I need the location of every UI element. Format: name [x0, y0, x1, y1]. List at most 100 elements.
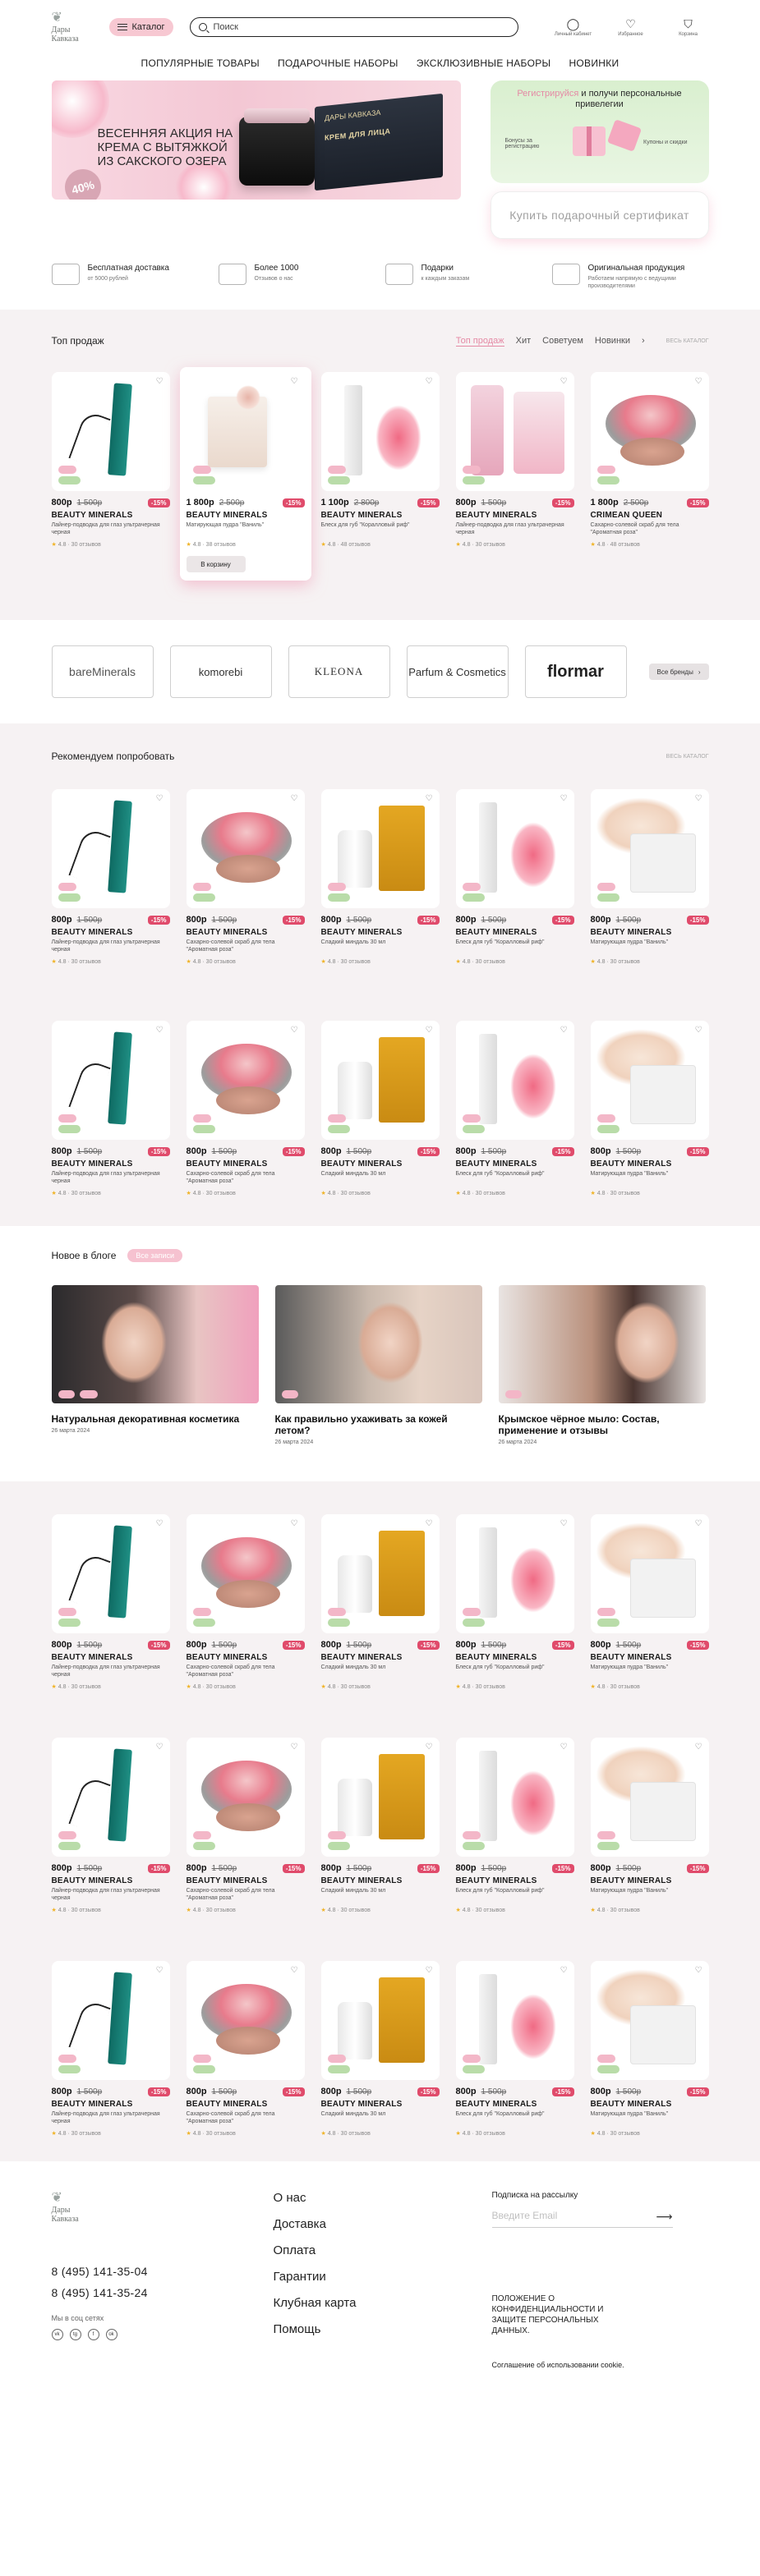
- product-card[interactable]: ♡ 800р 1 500р -15% BEAUTY MINERALS Сладкий м…: [320, 1738, 440, 1913]
- footer-link[interactable]: Доставка: [274, 2217, 492, 2231]
- heart-icon[interactable]: ♡: [426, 1519, 433, 1528]
- footer-link[interactable]: Клубная карта: [274, 2296, 492, 2310]
- nav-item[interactable]: ПОПУЛЯРНЫЕ ТОВАРЫ: [141, 57, 260, 69]
- footer-link[interactable]: Помощь: [274, 2322, 492, 2336]
- heart-icon[interactable]: ♡: [291, 377, 298, 386]
- product-card[interactable]: ♡ 800р 1 500р -15% BEAUTY MINERALS Лайнер-по…: [51, 372, 170, 572]
- product-image[interactable]: ♡: [590, 372, 709, 491]
- heart-icon[interactable]: ♡: [426, 1026, 433, 1035]
- heart-icon[interactable]: ♡: [291, 1743, 298, 1752]
- product-card[interactable]: ♡ 800р 1 500р -15% BEAUTY MINERALS Матирующа…: [590, 1961, 709, 2137]
- f-icon[interactable]: f: [87, 2329, 99, 2340]
- blog-post[interactable]: Крымское чёрное мыло: Состав, применение…: [498, 1285, 706, 1445]
- product-image[interactable]: ♡: [51, 1021, 170, 1140]
- heart-icon[interactable]: ♡: [426, 1743, 433, 1752]
- footer-link[interactable]: О нас: [274, 2191, 492, 2205]
- footer-link[interactable]: Гарантии: [274, 2270, 492, 2284]
- product-image[interactable]: ♡: [590, 1021, 709, 1140]
- add-to-cart-button[interactable]: В корзину: [186, 556, 246, 572]
- heart-icon[interactable]: ♡: [560, 1743, 568, 1752]
- product-image[interactable]: ♡: [590, 1738, 709, 1857]
- product-card[interactable]: ♡ 800р 1 500р -15% BEAUTY MINERALS Лайнер-по…: [51, 1738, 170, 1913]
- blog-post-image[interactable]: [498, 1285, 706, 1403]
- footer-logo[interactable]: ❦ Дары Кавказа: [52, 2191, 101, 2224]
- product-card[interactable]: ♡ 800р 1 500р -15% BEAUTY MINERALS Сахарно-с…: [186, 1961, 305, 2137]
- gift-certificate-button[interactable]: Купить подарочный сертификат: [490, 191, 709, 239]
- product-card[interactable]: ♡ 800р 1 500р -15% BEAUTY MINERALS Сладкий м…: [320, 1961, 440, 2137]
- product-image[interactable]: ♡: [320, 789, 440, 908]
- blog-post[interactable]: Натуральная декоративная косметика 26 мар…: [51, 1285, 259, 1445]
- post-title[interactable]: Крымское чёрное мыло: Состав, применение…: [499, 1413, 706, 1436]
- product-image[interactable]: ♡: [320, 1961, 440, 2080]
- product-card[interactable]: ♡ 800р 1 500р -15% BEAUTY MINERALS Матирующа…: [590, 1738, 709, 1913]
- product-image[interactable]: ♡: [455, 789, 574, 908]
- tab-3[interactable]: Советуем: [542, 336, 583, 346]
- nav-item[interactable]: ЭКСКЛЮЗИВНЫЕ НАБОРЫ: [417, 57, 551, 69]
- product-card[interactable]: ♡ 800р 1 500р -15% BEAUTY MINERALS Сахарно-с…: [186, 789, 305, 965]
- logo[interactable]: ❦ Дары Кавказа: [52, 11, 101, 44]
- product-image[interactable]: ♡: [186, 1514, 305, 1633]
- tab-1[interactable]: Топ продаж: [455, 336, 504, 347]
- product-image[interactable]: ♡: [320, 372, 440, 491]
- product-card[interactable]: ♡ 800р 1 500р -15% BEAUTY MINERALS Сахарно-с…: [186, 1021, 305, 1196]
- heart-icon[interactable]: ♡: [291, 1519, 298, 1528]
- heart-icon[interactable]: ♡: [560, 794, 568, 803]
- heart-icon[interactable]: ♡: [695, 1026, 702, 1035]
- product-card[interactable]: ♡ 800р 1 500р -15% BEAUTY MINERALS Лайнер-по…: [51, 789, 170, 965]
- ok-icon[interactable]: ok: [105, 2329, 117, 2340]
- product-card[interactable]: ♡ 800р 1 500р -15% BEAUTY MINERALS Блеск для…: [455, 789, 574, 965]
- product-image[interactable]: ♡: [186, 1738, 305, 1857]
- product-image[interactable]: ♡: [186, 1021, 305, 1140]
- heart-icon[interactable]: ♡: [695, 1966, 702, 1975]
- product-image[interactable]: ♡: [51, 789, 170, 908]
- heart-icon[interactable]: ♡: [426, 377, 433, 386]
- heart-link[interactable]: ♡ Избранное: [610, 17, 652, 37]
- product-card[interactable]: ♡ 800р 1 500р -15% BEAUTY MINERALS Матирующа…: [590, 1514, 709, 1690]
- cookie-agreement-link[interactable]: Соглашение об использовании cookie.: [492, 2361, 709, 2369]
- product-image[interactable]: ♡: [51, 1961, 170, 2080]
- heart-icon[interactable]: ♡: [156, 377, 164, 386]
- heart-icon[interactable]: ♡: [695, 1519, 702, 1528]
- product-card[interactable]: ♡ 800р 1 500р -15% BEAUTY MINERALS Матирующа…: [590, 789, 709, 965]
- product-card[interactable]: ♡ 1 800р 2 500р -15% BEAUTY MINERALS Матирую…: [179, 367, 311, 581]
- product-image[interactable]: ♡: [320, 1514, 440, 1633]
- all-brands-button[interactable]: Все бренды ›: [648, 664, 709, 680]
- privacy-policy-link[interactable]: ПОЛОЖЕНИЕ О КОНФИДЕНЦИАЛЬНОСТИ И ЗАЩИТЕ …: [492, 2294, 632, 2336]
- product-card[interactable]: ♡ 1 800р 2 500р -15% CRIMEAN QUEEN Сахарно-с…: [590, 372, 709, 572]
- vk-icon[interactable]: vk: [51, 2329, 63, 2340]
- heart-icon[interactable]: ♡: [695, 1743, 702, 1752]
- product-image[interactable]: ♡: [455, 372, 574, 491]
- tab-2[interactable]: Хит: [516, 336, 532, 346]
- product-card[interactable]: ♡ 800р 1 500р -15% BEAUTY MINERALS Сладкий м…: [320, 789, 440, 965]
- tg-icon[interactable]: tg: [69, 2329, 81, 2340]
- product-image[interactable]: ♡: [51, 1738, 170, 1857]
- product-image[interactable]: ♡: [51, 372, 170, 491]
- product-card[interactable]: ♡ 800р 1 500р -15% BEAUTY MINERALS Сладкий м…: [320, 1021, 440, 1196]
- product-card[interactable]: ♡ 800р 1 500р -15% BEAUTY MINERALS Блеск для…: [455, 1738, 574, 1913]
- promo-banner[interactable]: ВЕСЕННЯЯ АКЦИЯ НА КРЕМА С ВЫТЯЖКОЙ ИЗ СА…: [51, 80, 461, 200]
- product-card[interactable]: ♡ 800р 1 500р -15% BEAUTY MINERALS Лайнер-по…: [51, 1021, 170, 1196]
- cart-link[interactable]: ⛉ Корзина: [668, 17, 709, 37]
- tab-4[interactable]: Новинки: [595, 336, 630, 346]
- phone-2[interactable]: 8 (495) 141-35-24: [52, 2286, 274, 2299]
- heart-icon[interactable]: ♡: [156, 1519, 164, 1528]
- product-image[interactable]: ♡: [455, 1021, 574, 1140]
- heart-icon[interactable]: ♡: [426, 794, 433, 803]
- product-image[interactable]: ♡: [590, 1514, 709, 1633]
- blog-post-image[interactable]: [51, 1285, 259, 1403]
- product-card[interactable]: ♡ 800р 1 500р -15% BEAUTY MINERALS Блеск для…: [455, 1021, 574, 1196]
- nav-item[interactable]: НОВИНКИ: [569, 57, 619, 69]
- heart-icon[interactable]: ♡: [560, 1026, 568, 1035]
- product-image[interactable]: ♡: [320, 1738, 440, 1857]
- register-link[interactable]: Регистрируйся: [517, 89, 578, 99]
- product-card[interactable]: ♡ 1 100р 2 800р -15% BEAUTY MINERALS Блеск д…: [320, 372, 440, 572]
- post-title[interactable]: Натуральная декоративная косметика: [52, 1413, 259, 1425]
- heart-icon[interactable]: ♡: [560, 377, 568, 386]
- heart-icon[interactable]: ♡: [156, 1026, 164, 1035]
- heart-icon[interactable]: ♡: [695, 377, 702, 386]
- all-posts-button[interactable]: Все записи: [127, 1249, 182, 1262]
- product-image[interactable]: ♡: [590, 1961, 709, 2080]
- product-card[interactable]: ♡ 800р 1 500р -15% BEAUTY MINERALS Сладкий м…: [320, 1514, 440, 1690]
- product-card[interactable]: ♡ 800р 1 500р -15% BEAUTY MINERALS Сахарно-с…: [186, 1738, 305, 1913]
- heart-icon[interactable]: ♡: [156, 1743, 164, 1752]
